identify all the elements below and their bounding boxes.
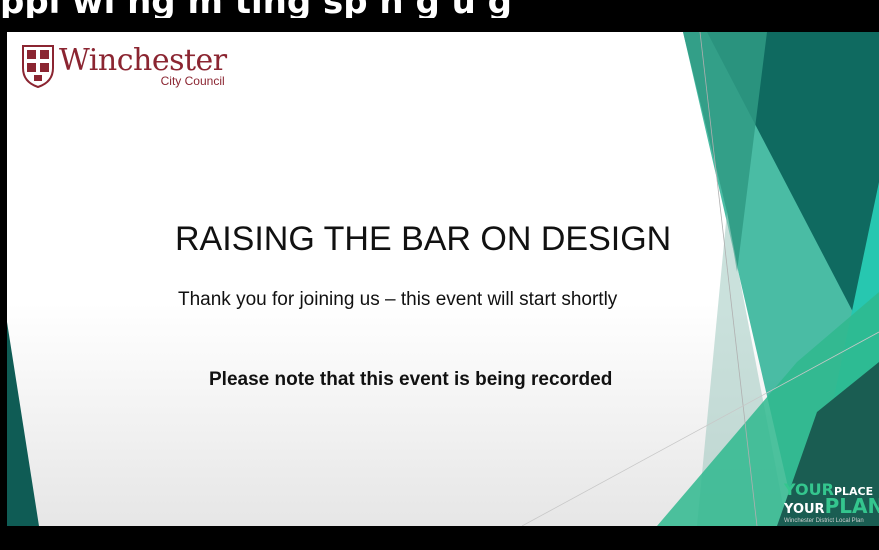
recording-notice: Please note that this event is being rec… (209, 369, 613, 390)
slide-title: RAISING THE BAR ON DESIGN (175, 220, 672, 258)
your-place-your-plan-logo: YOURPLACE YOURPLAN Winchester District L… (784, 482, 879, 526)
brand-word-your-2: YOUR (784, 502, 825, 517)
slide-subtitle: Thank you for joining us – this event wi… (178, 289, 618, 310)
letterbox-bottom-bar (0, 526, 879, 550)
council-logo: Winchester City Council (21, 44, 227, 88)
left-teal-shape (7, 322, 39, 526)
logo-subtitle: City Council (160, 74, 225, 88)
city-crest-icon (22, 45, 54, 88)
logo-name: Winchester (59, 43, 227, 78)
presentation-slide: Winchester City Council RAISING THE BAR … (7, 32, 879, 526)
brand-word-plan: PLAN (824, 494, 879, 518)
slide-decoration (7, 32, 879, 526)
brand-tagline: Winchester District Local Plan (784, 518, 864, 524)
video-caption-text: ppl wi ng m ting sp n g u g (0, 0, 879, 18)
